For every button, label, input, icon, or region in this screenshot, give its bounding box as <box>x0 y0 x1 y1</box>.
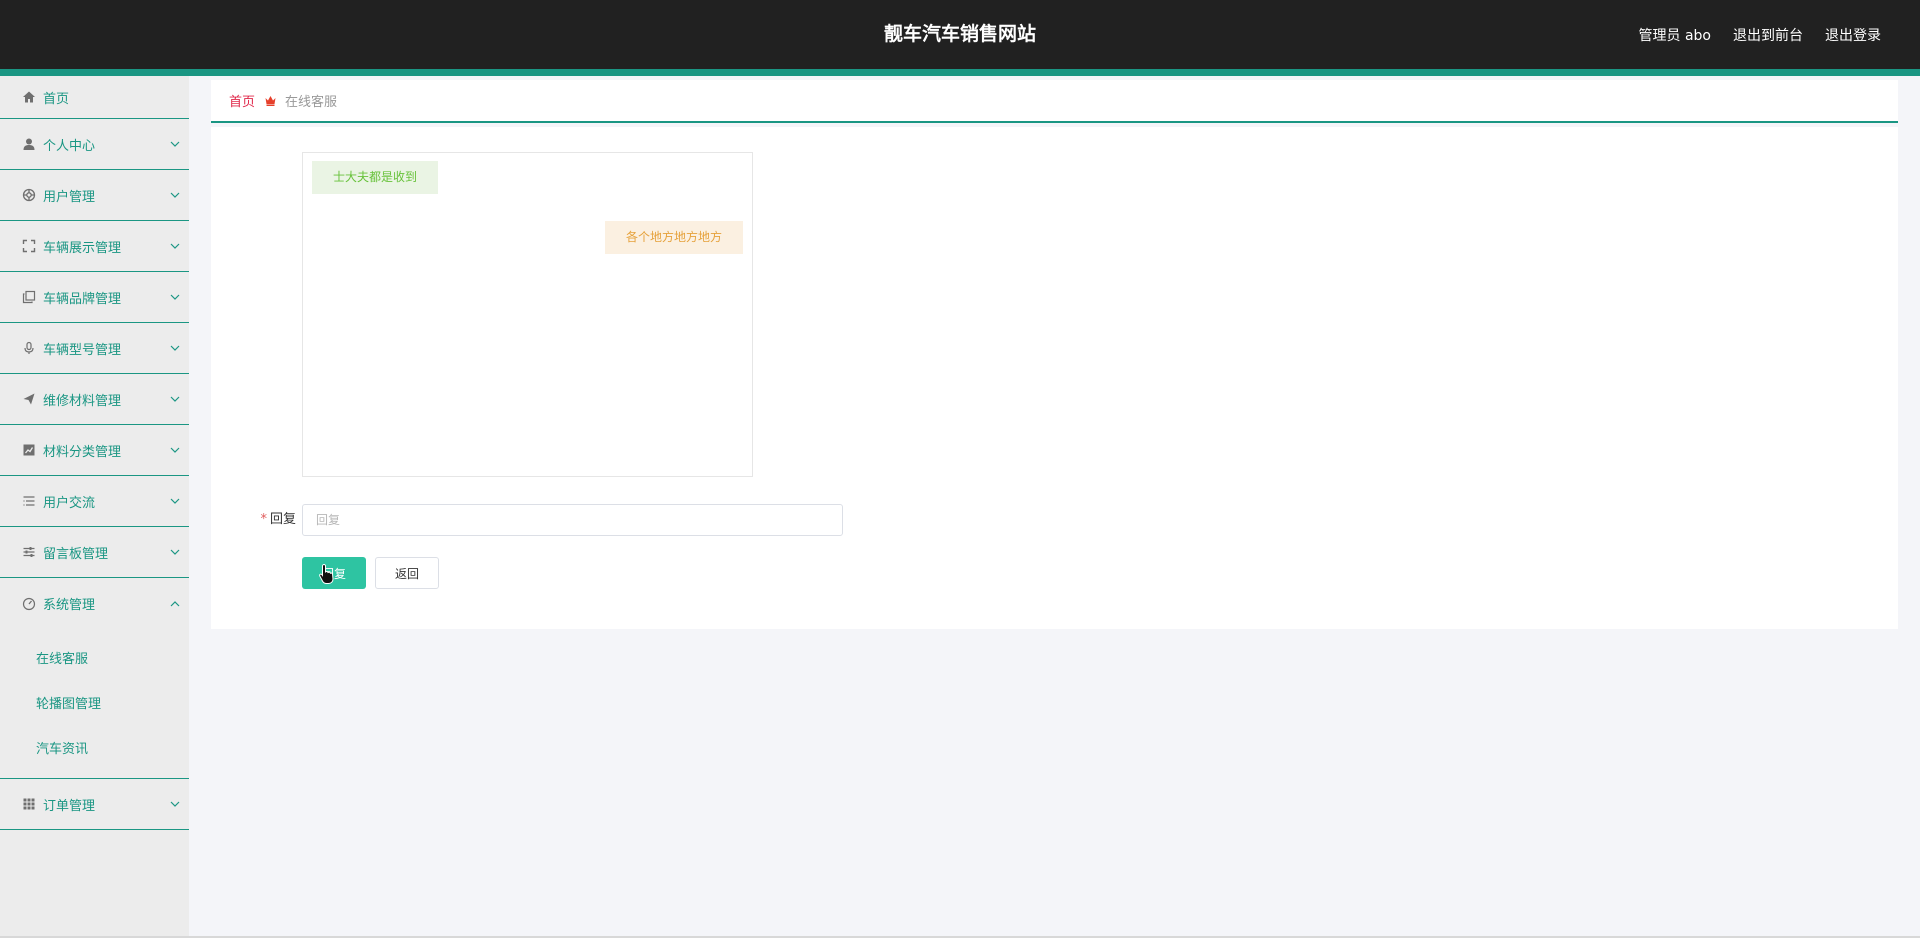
sidebar-item-profile[interactable]: 个人中心 <box>0 119 189 170</box>
sidebar-item-repair-material[interactable]: 维修材料管理 <box>0 374 189 425</box>
chevron-down-icon <box>170 801 180 807</box>
grid-icon <box>21 796 37 812</box>
chevron-down-icon <box>170 549 180 555</box>
sidebar-item-label: 系统管理 <box>43 598 96 613</box>
chevron-down-icon <box>170 243 180 249</box>
sidebar-item-label: 用户交流 <box>43 495 96 511</box>
sidebar-item-label: 维修材料管理 <box>43 393 122 409</box>
submenu-item-car-news[interactable]: 汽车资讯 <box>0 727 189 772</box>
copy-icon <box>21 289 37 305</box>
submenu-item-carousel[interactable]: 轮播图管理 <box>0 682 189 727</box>
sidebar-item-label: 材料分类管理 <box>43 444 122 460</box>
chevron-down-icon <box>170 447 180 453</box>
required-asterisk: * <box>260 512 267 527</box>
sliders-icon <box>21 544 37 560</box>
chat-message-received: 士大夫都是收到 <box>312 161 439 194</box>
sidebar-item-label: 用户管理 <box>43 189 96 205</box>
sidebar-item-label: 首页 <box>43 91 70 107</box>
microphone-icon <box>21 340 37 356</box>
reply-input[interactable] <box>302 504 843 536</box>
chart-icon <box>21 442 37 458</box>
send-icon <box>21 391 37 407</box>
chevron-down-icon <box>170 192 180 198</box>
sidebar-item-home[interactable]: 首页 <box>0 76 189 119</box>
user-icon <box>21 136 37 152</box>
reply-label-text: 回复 <box>269 512 296 527</box>
sidebar-item-material-category[interactable]: 材料分类管理 <box>0 425 189 476</box>
dashboard-icon <box>21 596 37 612</box>
logout-link[interactable]: 退出登录 <box>1825 25 1881 45</box>
system-submenu: 在线客服 轮播图管理 汽车资讯 <box>0 629 189 779</box>
header-accent-line <box>0 69 1920 76</box>
fullscreen-icon <box>21 238 37 254</box>
chevron-down-icon <box>170 345 180 351</box>
chat-message-sent: 各个地方地方地方 <box>604 221 743 254</box>
sidebar-item-user-exchange[interactable]: 用户交流 <box>0 476 189 527</box>
back-button[interactable]: 返回 <box>375 557 439 589</box>
chevron-up-icon <box>170 600 180 606</box>
chevron-down-icon <box>170 294 180 300</box>
home-icon <box>21 89 37 105</box>
sidebar-item-label: 车辆型号管理 <box>43 342 122 358</box>
site-title: 靓车汽车销售网站 <box>883 23 1036 45</box>
chevron-down-icon <box>170 141 180 147</box>
sidebar-item-label: 车辆品牌管理 <box>43 291 122 307</box>
main-panel: 士大夫都是收到 各个地方地方地方 *回复 回复 返回 <box>211 127 1898 629</box>
sidebar-item-model[interactable]: 车辆型号管理 <box>0 323 189 374</box>
sidebar-item-label: 车辆展示管理 <box>43 240 122 256</box>
list-icon <box>21 493 37 509</box>
sidebar-item-message-board[interactable]: 留言板管理 <box>0 527 189 578</box>
exit-to-front-link[interactable]: 退出到前台 <box>1733 25 1803 45</box>
chevron-down-icon <box>170 498 180 504</box>
reply-field-label: * 回复 <box>256 504 296 536</box>
breadcrumb: 首页 在线客服 <box>211 80 1898 123</box>
sidebar-item-system[interactable]: 系统管理 <box>0 578 189 629</box>
breadcrumb-home-link[interactable]: 首页 <box>229 91 255 110</box>
breadcrumb-current: 在线客服 <box>285 95 338 110</box>
crown-icon <box>264 94 277 107</box>
sidebar-item-orders[interactable]: 订单管理 <box>0 779 189 830</box>
chevron-down-icon <box>170 396 180 402</box>
sidebar-item-label: 订单管理 <box>43 798 96 814</box>
chat-window[interactable]: 士大夫都是收到 各个地方地方地方 <box>302 152 753 477</box>
submenu-item-online-service[interactable]: 在线客服 <box>0 637 189 682</box>
current-user: 管理员 abo <box>1638 27 1711 44</box>
reply-submit-button[interactable]: 回复 <box>302 557 366 589</box>
reply-form-row: * 回复 <box>211 504 1111 536</box>
sidebar: 首页 个人中心 用户管理 车辆展示管理 车辆品牌管理 车辆型号管理 维修材料管理… <box>0 76 189 938</box>
sidebar-item-vehicle-display[interactable]: 车辆展示管理 <box>0 221 189 272</box>
sidebar-item-brand[interactable]: 车辆品牌管理 <box>0 272 189 323</box>
top-bar: 靓车汽车销售网站 管理员 abo 退出到前台 退出登录 <box>0 0 1920 69</box>
sidebar-item-users[interactable]: 用户管理 <box>0 170 189 221</box>
help-circle-icon <box>21 187 37 203</box>
top-links: 管理员 abo 退出到前台 退出登录 <box>1639 0 1881 69</box>
sidebar-item-label: 个人中心 <box>43 138 96 154</box>
sidebar-item-label: 留言板管理 <box>43 546 109 562</box>
